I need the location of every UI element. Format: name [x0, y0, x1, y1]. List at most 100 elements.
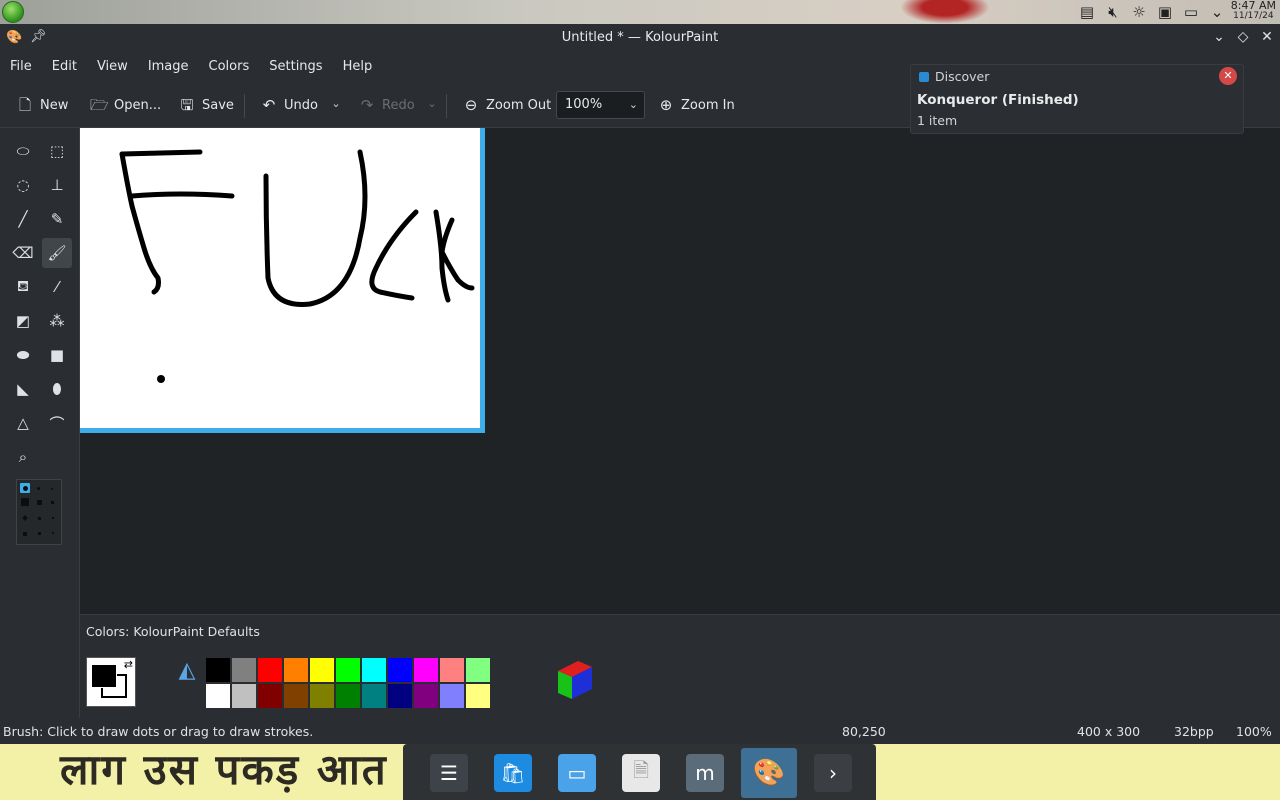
new-button[interactable]: 🗋︎ New: [16, 92, 68, 118]
color-swatch[interactable]: [231, 657, 257, 683]
drawing-canvas[interactable]: [80, 128, 480, 428]
polyline-tool-icon[interactable]: △: [8, 408, 38, 438]
spraycan-tool-icon[interactable]: ⁂: [42, 306, 72, 336]
color-swatch[interactable]: [361, 683, 387, 709]
foreground-background-colors[interactable]: ⇄: [86, 657, 136, 707]
chevron-down-icon[interactable]: ⌄: [1208, 3, 1226, 21]
color-eraser-tool-icon[interactable]: ◩: [8, 306, 38, 336]
color-cube-icon[interactable]: [554, 659, 596, 703]
undo-history-dropdown[interactable]: ⌄: [330, 96, 342, 112]
color-swatch[interactable]: [309, 657, 335, 683]
rounded-rectangle-tool-icon[interactable]: ⬮: [42, 374, 72, 404]
undo-label: Undo: [284, 97, 318, 113]
foreground-color-swatch[interactable]: [91, 664, 117, 688]
curve-tool-icon[interactable]: ⌒: [42, 408, 72, 438]
clock[interactable]: 8:47 AM 11/17/24: [1231, 0, 1276, 22]
canvas-resize-handle-bottom[interactable]: [80, 428, 485, 433]
color-swatch[interactable]: [361, 657, 387, 683]
swap-colors-icon[interactable]: ⇄: [124, 658, 133, 671]
brush-dot[interactable]: [51, 488, 53, 490]
flood-fill-tool-icon[interactable]: ⛾: [8, 272, 38, 302]
eraser-tool-icon[interactable]: ⌫: [8, 238, 38, 268]
color-swatch[interactable]: [439, 657, 465, 683]
open-button[interactable]: 🗁︎ Open...: [90, 92, 161, 118]
polygon-tool-icon[interactable]: ◣: [8, 374, 38, 404]
menu-help[interactable]: Help: [333, 52, 383, 82]
dock-mousepad[interactable]: m: [677, 748, 733, 798]
notification-close-button[interactable]: ✕: [1219, 67, 1237, 85]
color-swatch[interactable]: [465, 657, 491, 683]
text-tool-icon[interactable]: ⊥: [42, 170, 72, 200]
brightness-icon[interactable]: ☼: [1130, 3, 1148, 21]
brush-square[interactable]: [37, 500, 42, 505]
volume-muted-icon[interactable]: 🔇︎: [1104, 3, 1122, 21]
color-swatch[interactable]: [439, 683, 465, 709]
rectangle-tool-icon[interactable]: ■: [42, 340, 72, 370]
clipboard-icon[interactable]: ▤: [1078, 3, 1096, 21]
color-swatch[interactable]: [335, 683, 361, 709]
menu-settings[interactable]: Settings: [259, 52, 332, 82]
zoom-out-button[interactable]: ⊖ Zoom Out: [462, 92, 551, 118]
color-picker-tool-icon[interactable]: ⁄: [42, 272, 72, 302]
free-form-selection-icon[interactable]: ⬭: [8, 136, 38, 166]
display-icon[interactable]: ▭: [1182, 3, 1200, 21]
minimize-button[interactable]: ⌄: [1212, 27, 1226, 47]
dock-settings[interactable]: ☰: [421, 748, 477, 798]
zoom-level-combo[interactable]: 100% ⌄: [556, 91, 645, 119]
brush-backslash[interactable]: [52, 532, 54, 534]
dock-document[interactable]: 🗎︎: [613, 748, 669, 798]
notification-popup[interactable]: Discover ✕ Konqueror (Finished) 1 item: [910, 64, 1244, 134]
dock-more[interactable]: ›: [805, 748, 861, 798]
distro-logo-icon[interactable]: [2, 1, 24, 23]
close-button[interactable]: ✕: [1260, 27, 1274, 47]
redo-history-dropdown[interactable]: ⌄: [426, 96, 438, 112]
status-zoom: 100%: [1236, 724, 1272, 739]
pen-tool-icon[interactable]: ✎: [42, 204, 72, 234]
color-swatch[interactable]: [205, 657, 231, 683]
color-swatch[interactable]: [309, 683, 335, 709]
brush-backslash[interactable]: [38, 532, 41, 535]
dock-kolourpaint[interactable]: 🎨: [741, 748, 797, 798]
menu-file[interactable]: File: [0, 52, 42, 82]
maximize-button[interactable]: ◇: [1236, 27, 1250, 47]
line-tool-icon[interactable]: ╱: [8, 204, 38, 234]
brush-tool-icon[interactable]: 🖌︎: [42, 238, 72, 268]
redo-button[interactable]: ↷ Redo: [358, 92, 415, 118]
zoom-tool-icon[interactable]: ⌕: [8, 442, 38, 472]
menu-edit[interactable]: Edit: [42, 52, 87, 82]
menu-view[interactable]: View: [87, 52, 138, 82]
color-swatch[interactable]: [257, 657, 283, 683]
dock-discover[interactable]: 🛍︎: [485, 748, 541, 798]
brush-slash[interactable]: [52, 517, 54, 519]
color-swatch[interactable]: [335, 657, 361, 683]
rectangular-selection-icon[interactable]: ⬚: [42, 136, 72, 166]
system-tray: ▤ 🔇︎ ☼ ▣ ▭ ⌄: [1078, 3, 1226, 21]
color-swatch[interactable]: [283, 683, 309, 709]
brush-square[interactable]: [51, 501, 54, 504]
color-swatch[interactable]: [413, 683, 439, 709]
save-device-icon[interactable]: ▣: [1156, 3, 1174, 21]
brush-backslash[interactable]: [23, 532, 27, 536]
color-swatch[interactable]: [387, 657, 413, 683]
color-swatch[interactable]: [283, 657, 309, 683]
color-swatch[interactable]: [205, 683, 231, 709]
ellipse-tool-icon[interactable]: ⬬: [8, 340, 38, 370]
color-swatch[interactable]: [413, 657, 439, 683]
menu-colors[interactable]: Colors: [199, 52, 260, 82]
canvas-resize-handle-right[interactable]: [480, 128, 485, 433]
color-swatch[interactable]: [257, 683, 283, 709]
save-button[interactable]: 🖫︎ Save: [178, 92, 234, 118]
transparent-color-icon[interactable]: ◭: [174, 657, 200, 683]
undo-button[interactable]: ↶ Undo: [260, 92, 318, 118]
brush-dot[interactable]: [37, 487, 40, 490]
brush-square[interactable]: [21, 498, 29, 506]
elliptical-selection-icon[interactable]: ◌: [8, 170, 38, 200]
zoom-in-button[interactable]: ⊕ Zoom In: [657, 92, 735, 118]
brush-slash[interactable]: [38, 517, 41, 520]
color-swatch[interactable]: [231, 683, 257, 709]
menu-image[interactable]: Image: [138, 52, 199, 82]
brush-slash[interactable]: [22, 515, 28, 521]
color-swatch[interactable]: [387, 683, 413, 709]
color-swatch[interactable]: [465, 683, 491, 709]
dock-file-manager[interactable]: ▭: [549, 748, 605, 798]
